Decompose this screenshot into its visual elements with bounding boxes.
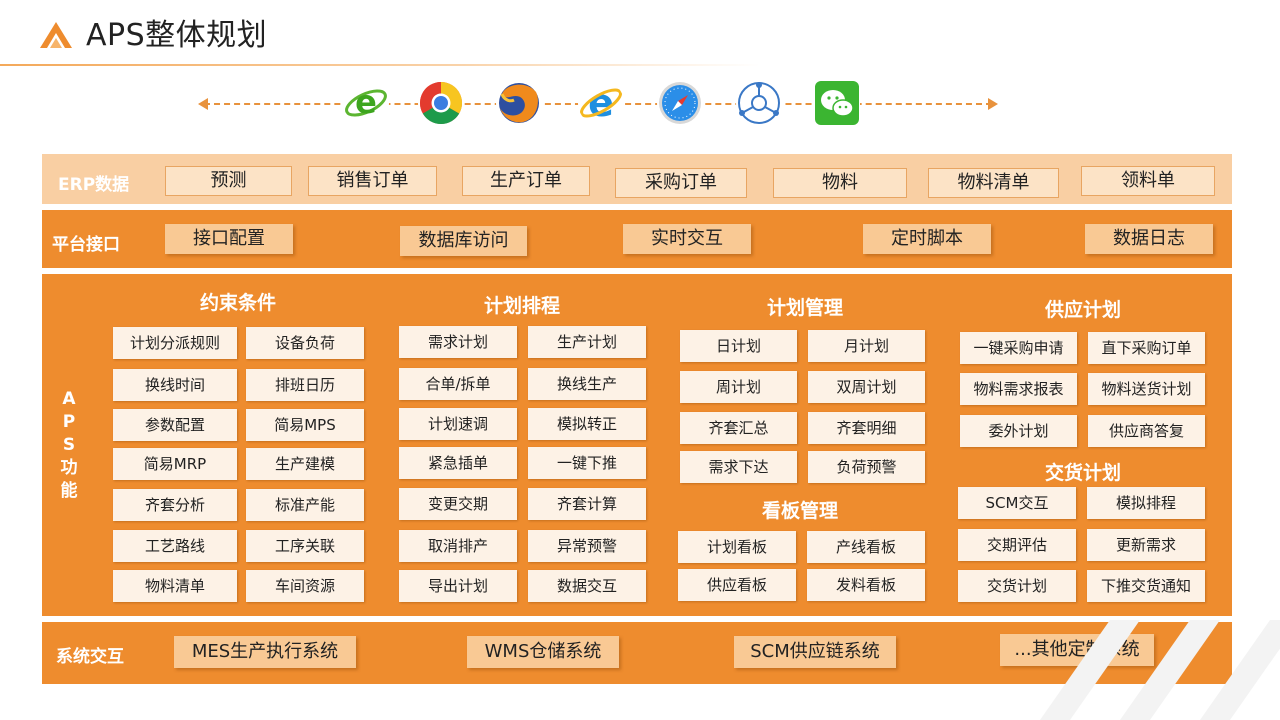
aps-item[interactable]: 计划速调 — [399, 408, 517, 440]
aps-item[interactable]: 生产计划 — [528, 326, 646, 358]
delivery-plan-title: 交货计划 — [1044, 462, 1121, 484]
aps-item[interactable]: 车间资源 — [246, 570, 364, 602]
aps-item[interactable]: 交期评估 — [958, 529, 1076, 561]
platform-item[interactable]: 接口配置 — [165, 224, 293, 254]
aps-item[interactable]: 计划看板 — [678, 531, 796, 563]
aps-item[interactable]: 供应商答复 — [1088, 415, 1205, 447]
aps-item[interactable]: 导出计划 — [399, 570, 517, 602]
network-hub-icon — [736, 80, 782, 126]
arrow-right-icon — [988, 98, 998, 110]
aps-item[interactable]: 交货计划 — [958, 570, 1076, 602]
platform-item[interactable]: 定时脚本 — [863, 224, 991, 254]
firefox-icon — [496, 80, 542, 126]
aps-item[interactable]: 计划分派规则 — [113, 327, 237, 359]
aps-item[interactable]: 数据交互 — [528, 570, 646, 602]
aps-item[interactable]: 委外计划 — [960, 415, 1077, 447]
aps-item[interactable]: 一键下推 — [528, 447, 646, 479]
aps-item[interactable]: 变更交期 — [399, 488, 517, 520]
erp-item[interactable]: 预测 — [165, 166, 292, 196]
erp-item[interactable]: 生产订单 — [462, 166, 590, 196]
aps-item[interactable]: 合单/拆单 — [399, 368, 517, 400]
system-item[interactable]: MES生产执行系统 — [174, 636, 356, 668]
plan-management-title: 计划管理 — [766, 297, 843, 319]
chrome-icon — [418, 80, 464, 126]
platform-item[interactable]: 数据日志 — [1085, 224, 1213, 254]
erp-item[interactable]: 物料 — [773, 168, 907, 198]
aps-item[interactable]: 取消排产 — [399, 530, 517, 562]
aps-item[interactable]: 标准产能 — [246, 489, 364, 521]
aps-item[interactable]: 简易MPS — [246, 409, 364, 441]
aps-item[interactable]: 物料送货计划 — [1088, 373, 1205, 405]
safari-icon — [657, 80, 703, 126]
erp-item[interactable]: 采购订单 — [615, 168, 747, 198]
kanban-title: 看板管理 — [761, 500, 838, 522]
aps-item[interactable]: 模拟排程 — [1087, 487, 1205, 519]
aps-item[interactable]: 需求计划 — [399, 326, 517, 358]
aps-item[interactable]: 齐套汇总 — [680, 412, 797, 444]
ie-blue-e-icon: e — [578, 80, 624, 126]
aps-item[interactable]: 换线生产 — [528, 368, 646, 400]
aps-item[interactable]: SCM交互 — [958, 487, 1076, 519]
aps-item[interactable]: 产线看板 — [807, 531, 925, 563]
title-underline — [0, 64, 760, 66]
aps-item[interactable]: 工艺路线 — [113, 530, 237, 562]
aps-item[interactable]: 下推交货通知 — [1087, 570, 1205, 602]
erp-item[interactable]: 物料清单 — [928, 168, 1059, 198]
aps-item[interactable]: 负荷预警 — [808, 451, 925, 483]
aps-item[interactable]: 双周计划 — [808, 371, 925, 403]
ie-green-e-icon: e — [343, 80, 389, 126]
svg-text:e: e — [355, 83, 377, 121]
aps-item[interactable]: 齐套计算 — [528, 488, 646, 520]
platform-item[interactable]: 实时交互 — [623, 224, 751, 254]
aps-item[interactable]: 物料清单 — [113, 570, 237, 602]
aps-function-label: A P S 功 能 — [60, 389, 78, 501]
erp-label: ERP数据 — [58, 175, 130, 195]
aps-item[interactable]: 异常预警 — [528, 530, 646, 562]
aps-item[interactable]: 更新需求 — [1087, 529, 1205, 561]
aps-item[interactable]: 参数配置 — [113, 409, 237, 441]
aps-item[interactable]: 设备负荷 — [246, 327, 364, 359]
aps-item[interactable]: 简易MRP — [113, 448, 237, 480]
scheduling-title: 计划排程 — [483, 295, 560, 317]
aps-item[interactable]: 月计划 — [808, 330, 925, 362]
system-item[interactable]: SCM供应链系统 — [734, 636, 896, 668]
platform-label: 平台接口 — [52, 235, 120, 255]
aps-item[interactable]: 紧急插单 — [399, 447, 517, 479]
aps-item[interactable]: 直下采购订单 — [1088, 332, 1205, 364]
aps-item[interactable]: 日计划 — [680, 330, 797, 362]
logo-icon — [40, 22, 72, 48]
watermark-stripes — [1040, 620, 1280, 720]
aps-item[interactable]: 供应看板 — [678, 569, 796, 601]
aps-item[interactable]: 模拟转正 — [528, 408, 646, 440]
aps-item[interactable]: 齐套明细 — [808, 412, 925, 444]
aps-item[interactable]: 一键采购申请 — [960, 332, 1077, 364]
system-label: 系统交互 — [56, 647, 124, 667]
aps-item[interactable]: 工序关联 — [246, 530, 364, 562]
erp-item[interactable]: 销售订单 — [308, 166, 437, 196]
page-title: APS整体规划 — [86, 18, 268, 53]
supply-plan-title: 供应计划 — [1044, 299, 1121, 321]
system-item[interactable]: WMS仓储系统 — [467, 636, 619, 668]
wechat-icon — [814, 80, 860, 126]
aps-item[interactable]: 物料需求报表 — [960, 373, 1077, 405]
aps-item[interactable]: 发料看板 — [807, 569, 925, 601]
aps-item[interactable]: 生产建模 — [246, 448, 364, 480]
aps-item[interactable]: 齐套分析 — [113, 489, 237, 521]
svg-text:e: e — [588, 81, 614, 125]
aps-item[interactable]: 换线时间 — [113, 369, 237, 401]
platform-item[interactable]: 数据库访问 — [400, 226, 527, 256]
aps-item[interactable]: 需求下达 — [680, 451, 797, 483]
constraints-title: 约束条件 — [199, 292, 276, 314]
arrow-left-icon — [198, 98, 208, 110]
aps-item[interactable]: 周计划 — [680, 371, 797, 403]
aps-item[interactable]: 排班日历 — [246, 369, 364, 401]
erp-item[interactable]: 领料单 — [1081, 166, 1215, 196]
